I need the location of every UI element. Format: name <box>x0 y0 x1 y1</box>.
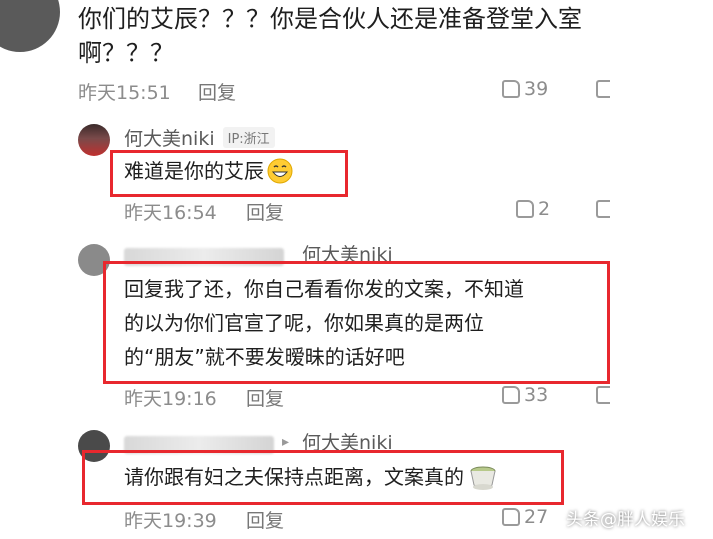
reply-line: 的“朋友”就不要发暧昧的话好吧 <box>124 345 405 369</box>
reply-text: 回复我了还，你自己看看你发的文案，不知道 的以为你们官宣了呢，你如果真的是两位 … <box>124 272 604 374</box>
comment-time: 昨天16:54 <box>124 202 217 224</box>
ip-location-badge: IP:浙江 <box>222 127 275 148</box>
reply-line: 回复我了还，你自己看看你发的文案，不知道 <box>124 277 524 301</box>
comment-time: 昨天15:51 <box>78 82 171 104</box>
thumbs-down-icon[interactable] <box>596 200 610 218</box>
like-button[interactable]: 2 <box>516 198 550 220</box>
thumbs-down-icon[interactable] <box>596 386 610 404</box>
author-name[interactable]: 何大美niki <box>124 124 215 151</box>
like-button[interactable]: 33 <box>502 384 548 406</box>
reply-button[interactable]: 回复 <box>246 198 284 225</box>
grinning-emoji-icon <box>267 158 293 184</box>
reply-arrow-icon: ▸ <box>282 434 290 450</box>
tea-cup-emoji-icon <box>470 466 496 490</box>
reply-text: 请你跟有妇之夫保持点距离，文案真的 <box>124 460 498 494</box>
watermark: 头条@胖人娱乐 <box>566 510 685 530</box>
like-button[interactable]: 39 <box>502 78 548 100</box>
reply-button[interactable]: 回复 <box>198 78 236 105</box>
thumbs-up-icon <box>502 80 520 98</box>
comment-time: 昨天19:39 <box>124 510 217 532</box>
thumbs-up-icon <box>502 386 520 404</box>
comment-text: 你们的艾辰？？？你是合伙人还是准备登堂入室啊？？？ <box>78 5 582 67</box>
thumbs-up-icon <box>502 508 520 526</box>
reply-line: 的以为你们官宣了呢，你如果真的是两位 <box>124 311 484 335</box>
thumbs-up-icon <box>516 200 534 218</box>
reply-button[interactable]: 回复 <box>246 506 284 533</box>
like-count: 27 <box>524 506 549 528</box>
like-count: 33 <box>524 384 549 406</box>
like-count: 2 <box>538 198 551 220</box>
reply-header: 何大美niki IP:浙江 <box>124 124 275 151</box>
thumbs-down-icon[interactable] <box>596 80 610 98</box>
avatar[interactable] <box>78 124 110 156</box>
reply-button[interactable]: 回复 <box>246 384 284 411</box>
avatar[interactable] <box>0 0 60 52</box>
reply-text: 难道是你的艾辰 <box>124 154 294 188</box>
like-count: 39 <box>524 78 549 100</box>
like-button[interactable]: 27 <box>502 506 548 528</box>
comment-time: 昨天19:16 <box>124 388 217 410</box>
